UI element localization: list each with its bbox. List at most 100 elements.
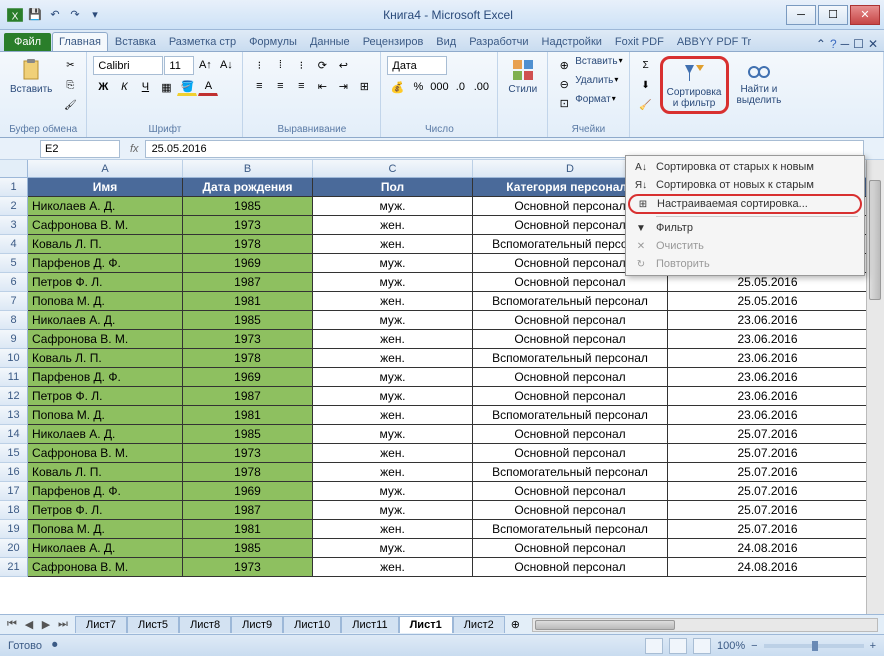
row-header[interactable]: 7 — [0, 292, 28, 311]
sort-filter-button[interactable]: Сортировка и фильтр — [660, 56, 729, 114]
tab-review[interactable]: Рецензиров — [357, 33, 430, 51]
cell[interactable]: Попова М. Д. — [28, 520, 183, 539]
cell[interactable]: 1978 — [183, 235, 313, 254]
cell[interactable]: 24.08.2016 — [668, 539, 868, 558]
cell[interactable]: жен. — [313, 330, 473, 349]
wrap-text-icon[interactable]: ↩ — [333, 56, 353, 74]
cell[interactable]: Сафронова В. М. — [28, 216, 183, 235]
cell[interactable]: Николаев А. Д. — [28, 311, 183, 330]
row-header[interactable]: 10 — [0, 349, 28, 368]
cell[interactable]: 1973 — [183, 330, 313, 349]
select-all-corner[interactable] — [0, 160, 28, 178]
cell[interactable]: 1973 — [183, 444, 313, 463]
align-top-icon[interactable]: ⁝ — [249, 56, 269, 74]
cell[interactable]: жен. — [313, 406, 473, 425]
cell[interactable]: муж. — [313, 254, 473, 273]
view-page-layout-icon[interactable] — [669, 638, 687, 654]
col-header-A[interactable]: A — [28, 160, 183, 177]
row-header[interactable]: 17 — [0, 482, 28, 501]
col-header-B[interactable]: B — [183, 160, 313, 177]
cell[interactable]: Основной персонал — [473, 425, 668, 444]
cell[interactable]: 25.07.2016 — [668, 501, 868, 520]
cell[interactable]: Парфенов Д. Ф. — [28, 368, 183, 387]
zoom-level[interactable]: 100% — [717, 640, 745, 652]
cell[interactable]: 1981 — [183, 292, 313, 311]
cell[interactable]: Коваль Л. П. — [28, 463, 183, 482]
view-page-break-icon[interactable] — [693, 638, 711, 654]
cell[interactable]: 25.07.2016 — [668, 520, 868, 539]
zoom-out-icon[interactable]: − — [751, 640, 757, 652]
italic-button[interactable]: К — [114, 78, 134, 96]
cell[interactable]: Николаев А. Д. — [28, 197, 183, 216]
cell[interactable]: жен. — [313, 235, 473, 254]
zoom-slider[interactable] — [764, 644, 864, 648]
styles-button[interactable]: Стили — [504, 56, 541, 97]
cell[interactable]: Основной персонал — [473, 311, 668, 330]
tab-formulas[interactable]: Формулы — [243, 33, 303, 51]
tab-addins[interactable]: Надстройки — [536, 33, 608, 51]
cell[interactable]: 1969 — [183, 482, 313, 501]
tab-view[interactable]: Вид — [430, 33, 462, 51]
menu-sort-new-to-old[interactable]: Я↓Сортировка от новых к старым — [628, 176, 862, 194]
row-header[interactable]: 3 — [0, 216, 28, 235]
vertical-scrollbar[interactable] — [866, 160, 884, 614]
cell[interactable]: Попова М. Д. — [28, 406, 183, 425]
row-header[interactable]: 4 — [0, 235, 28, 254]
merge-icon[interactable]: ⊞ — [354, 77, 374, 95]
cell[interactable]: Основной персонал — [473, 444, 668, 463]
cell[interactable]: Парфенов Д. Ф. — [28, 482, 183, 501]
menu-custom-sort[interactable]: ⊞Настраиваемая сортировка... — [628, 194, 862, 214]
cell[interactable]: Коваль Л. П. — [28, 349, 183, 368]
row-header[interactable]: 14 — [0, 425, 28, 444]
font-color-icon[interactable]: A — [198, 78, 218, 96]
menu-sort-old-to-new[interactable]: А↓Сортировка от старых к новым — [628, 158, 862, 176]
horizontal-scrollbar[interactable] — [532, 618, 878, 632]
qat-more-icon[interactable]: ▾ — [86, 6, 104, 24]
row-header[interactable]: 9 — [0, 330, 28, 349]
paste-button[interactable]: Вставить — [6, 56, 56, 97]
name-box[interactable] — [40, 140, 120, 158]
cell[interactable]: Вспомогательный персонал — [473, 406, 668, 425]
cell[interactable]: жен. — [313, 444, 473, 463]
align-left-icon[interactable]: ≡ — [249, 77, 269, 95]
cell[interactable]: жен. — [313, 558, 473, 577]
cell[interactable]: 25.07.2016 — [668, 482, 868, 501]
cell[interactable]: Вспомогательный персонал — [473, 463, 668, 482]
tab-foxit[interactable]: Foxit PDF — [609, 33, 670, 51]
cell[interactable]: Сафронова В. М. — [28, 330, 183, 349]
cell[interactable]: 1981 — [183, 520, 313, 539]
cell[interactable]: 25.07.2016 — [668, 425, 868, 444]
increase-font-icon[interactable]: A↑ — [195, 56, 215, 74]
hscroll-thumb[interactable] — [535, 620, 675, 630]
cell[interactable]: 23.06.2016 — [668, 368, 868, 387]
bold-button[interactable]: Ж — [93, 78, 113, 96]
cell[interactable]: жен. — [313, 463, 473, 482]
tab-page-layout[interactable]: Разметка стр — [163, 33, 242, 51]
cell[interactable]: 1985 — [183, 311, 313, 330]
increase-indent-icon[interactable]: ⇥ — [333, 77, 353, 95]
cell[interactable]: 1973 — [183, 558, 313, 577]
font-size-select[interactable] — [164, 56, 194, 75]
orientation-icon[interactable]: ⟳ — [312, 56, 332, 74]
tab-data[interactable]: Данные — [304, 33, 356, 51]
close-button[interactable]: ✕ — [850, 5, 880, 25]
delete-cells-icon[interactable]: ⊖ — [554, 75, 574, 93]
sheet-next-icon[interactable]: ▶ — [38, 618, 54, 631]
align-right-icon[interactable]: ≡ — [291, 77, 311, 95]
cell[interactable]: 25.07.2016 — [668, 444, 868, 463]
row-header[interactable]: 18 — [0, 501, 28, 520]
cell[interactable]: Парфенов Д. Ф. — [28, 254, 183, 273]
number-format-select[interactable] — [387, 56, 447, 75]
row-header[interactable]: 12 — [0, 387, 28, 406]
doc-minimize-icon[interactable]: ─ — [841, 37, 850, 51]
fill-color-icon[interactable]: 🪣 — [177, 78, 197, 96]
sheet-tab[interactable]: Лист9 — [231, 616, 283, 633]
insert-cells-icon[interactable]: ⊕ — [554, 56, 574, 74]
vscroll-thumb[interactable] — [869, 180, 881, 300]
sheet-tab[interactable]: Лист2 — [453, 616, 505, 633]
cell[interactable]: Сафронова В. М. — [28, 444, 183, 463]
cell[interactable]: муж. — [313, 197, 473, 216]
cut-icon[interactable]: ✂ — [60, 56, 80, 74]
font-name-select[interactable] — [93, 56, 163, 75]
cell[interactable]: 1981 — [183, 406, 313, 425]
